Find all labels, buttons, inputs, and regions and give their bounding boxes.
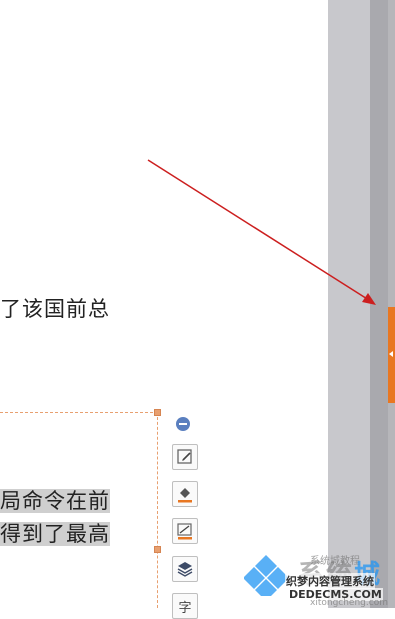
- watermark: 系统城教程 系统城 织梦内容管理系统 DEDECMS.COM xitongche…: [240, 548, 395, 608]
- windows-logo-icon: [244, 555, 288, 596]
- watermark-url: xitongcheng.com: [310, 598, 388, 608]
- arrow-head-icon: [362, 293, 376, 305]
- annotation-arrow: [147, 159, 376, 305]
- watermark-brand: 织梦内容管理系统: [285, 573, 375, 589]
